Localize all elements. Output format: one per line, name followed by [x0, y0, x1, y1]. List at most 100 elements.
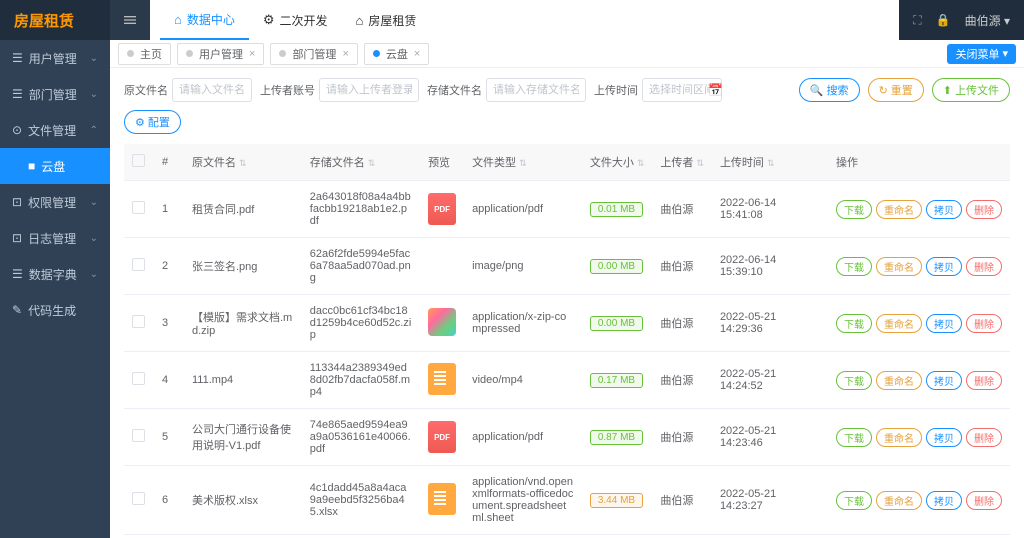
cell-idx: 2: [154, 238, 184, 295]
row-checkbox[interactable]: [132, 315, 145, 328]
copy-button[interactable]: 拷贝: [926, 371, 962, 390]
cell-size: 0.17 MB: [582, 352, 653, 409]
download-button[interactable]: 下载: [836, 371, 872, 390]
cell-preview: [420, 295, 464, 352]
menu-icon: ⊙: [12, 123, 22, 137]
filter-orig-input[interactable]: [172, 78, 252, 102]
lock-icon[interactable]: 🔒: [936, 13, 951, 27]
sidebar-item[interactable]: ⊡权限管理⌄: [0, 184, 110, 220]
config-button[interactable]: ⚙ 配置: [124, 110, 181, 134]
close-menu-button[interactable]: 关闭菜单 ▾: [947, 44, 1016, 64]
cell-orig: 张三签名.png: [184, 238, 302, 295]
close-icon[interactable]: ×: [414, 48, 420, 60]
topnav-item[interactable]: ⌂数据中心: [160, 0, 249, 40]
topnav-item[interactable]: ⚙二次开发: [249, 0, 342, 40]
sidebar-item[interactable]: ☰用户管理⌄: [0, 40, 110, 76]
copy-button[interactable]: 拷贝: [926, 257, 962, 276]
rename-button[interactable]: 重命名: [876, 314, 922, 333]
tab[interactable]: 云盘×: [364, 43, 429, 65]
row-checkbox[interactable]: [132, 429, 145, 442]
filter-label-uploader: 上传者账号: [260, 82, 315, 98]
cell-uploader: 曲伯源: [652, 238, 712, 295]
filter-label-time: 上传时间: [594, 82, 638, 98]
cell-preview: [420, 535, 464, 538]
menu-icon: ✎: [12, 303, 22, 317]
chevron-icon: ⌄: [90, 269, 98, 280]
sidebar-item[interactable]: ✎代码生成: [0, 292, 110, 328]
cell-type: image/jpeg: [464, 535, 582, 538]
cell-size: 0.00 MB: [582, 295, 653, 352]
row-checkbox[interactable]: [132, 201, 145, 214]
download-button[interactable]: 下载: [836, 200, 872, 219]
row-checkbox[interactable]: [132, 372, 145, 385]
copy-button[interactable]: 拷贝: [926, 428, 962, 447]
copy-button[interactable]: 拷贝: [926, 200, 962, 219]
col-stored[interactable]: 存储文件名⇅: [302, 144, 420, 181]
tab[interactable]: 主页: [118, 43, 171, 65]
search-button[interactable]: 🔍 搜索: [799, 78, 860, 102]
topnav-item[interactable]: ⌂房屋租赁: [342, 0, 431, 40]
sidebar-item[interactable]: ⊙文件管理⌃: [0, 112, 110, 148]
file-table: # 原文件名⇅ 存储文件名⇅ 预览 文件类型⇅ 文件大小⇅ 上传者⇅ 上传时间⇅…: [124, 144, 1010, 538]
cell-time: 2022-05-21 14:24:52: [712, 352, 828, 409]
pdf-icon: PDF: [428, 421, 456, 453]
download-button[interactable]: 下载: [836, 257, 872, 276]
copy-button[interactable]: 拷贝: [926, 491, 962, 510]
cell-idx: 4: [154, 352, 184, 409]
select-all-checkbox[interactable]: [132, 154, 145, 167]
col-time[interactable]: 上传时间⇅: [712, 144, 828, 181]
chevron-icon: ⌄: [90, 197, 98, 208]
col-size[interactable]: 文件大小⇅: [582, 144, 653, 181]
calendar-icon[interactable]: 📅: [708, 83, 723, 97]
top-nav: ⌂数据中心⚙二次开发⌂房屋租赁: [150, 0, 899, 40]
tab[interactable]: 部门管理×: [270, 43, 357, 65]
delete-button[interactable]: 删除: [966, 371, 1002, 390]
filter-uploader-input[interactable]: [319, 78, 419, 102]
reset-button[interactable]: ↻ 重置: [868, 78, 924, 102]
cell-size: 3.44 MB: [582, 466, 653, 535]
delete-button[interactable]: 删除: [966, 428, 1002, 447]
table-row: 1 租赁合同.pdf 2a643018f08a4a4bbfacbb19218ab…: [124, 181, 1010, 238]
delete-button[interactable]: 删除: [966, 491, 1002, 510]
filter-stored-input[interactable]: [486, 78, 586, 102]
expand-icon[interactable]: ⛶: [913, 13, 921, 28]
rename-button[interactable]: 重命名: [876, 371, 922, 390]
cell-time: 2022-05-21 14:23:46: [712, 409, 828, 466]
col-orig[interactable]: 原文件名⇅: [184, 144, 302, 181]
tab[interactable]: 用户管理×: [177, 43, 264, 65]
close-icon[interactable]: ×: [342, 48, 348, 60]
user-menu[interactable]: 曲伯源 ▾: [965, 12, 1010, 29]
rename-button[interactable]: 重命名: [876, 200, 922, 219]
rename-button[interactable]: 重命名: [876, 257, 922, 276]
cell-type: application/x-zip-compressed: [464, 295, 582, 352]
menu-icon: ☰: [12, 51, 23, 65]
table-row: 7 gh_57ba35562a20_258.jpg 1e07b00ffc2042…: [124, 535, 1010, 538]
cell-stored: 74e865aed9594ea9a9a0536161e40066.pdf: [302, 409, 420, 466]
sidebar-sub-item[interactable]: ■云盘: [0, 148, 110, 184]
download-button[interactable]: 下载: [836, 491, 872, 510]
col-uploader[interactable]: 上传者⇅: [652, 144, 712, 181]
cell-size: 0.01 MB: [582, 181, 653, 238]
download-button[interactable]: 下载: [836, 428, 872, 447]
cell-time: 2022-05-21 14:23:15: [712, 535, 828, 538]
download-button[interactable]: 下载: [836, 314, 872, 333]
rename-button[interactable]: 重命名: [876, 491, 922, 510]
sidebar-item[interactable]: ⊡日志管理⌄: [0, 220, 110, 256]
menu-icon: ☰: [12, 87, 23, 101]
chevron-icon: ⌄: [90, 233, 98, 244]
sidebar-item[interactable]: ☰部门管理⌄: [0, 76, 110, 112]
sidebar-item[interactable]: ☰数据字典⌄: [0, 256, 110, 292]
row-checkbox[interactable]: [132, 492, 145, 505]
delete-button[interactable]: 删除: [966, 257, 1002, 276]
delete-button[interactable]: 删除: [966, 314, 1002, 333]
cell-idx: 7: [154, 535, 184, 538]
hamburger-toggle[interactable]: [110, 0, 150, 40]
copy-button[interactable]: 拷贝: [926, 314, 962, 333]
rename-button[interactable]: 重命名: [876, 428, 922, 447]
chevron-icon: ⌄: [90, 89, 98, 100]
row-checkbox[interactable]: [132, 258, 145, 271]
upload-button[interactable]: ⬆ 上传文件: [932, 78, 1010, 102]
col-type[interactable]: 文件类型⇅: [464, 144, 582, 181]
close-icon[interactable]: ×: [249, 48, 255, 60]
delete-button[interactable]: 删除: [966, 200, 1002, 219]
